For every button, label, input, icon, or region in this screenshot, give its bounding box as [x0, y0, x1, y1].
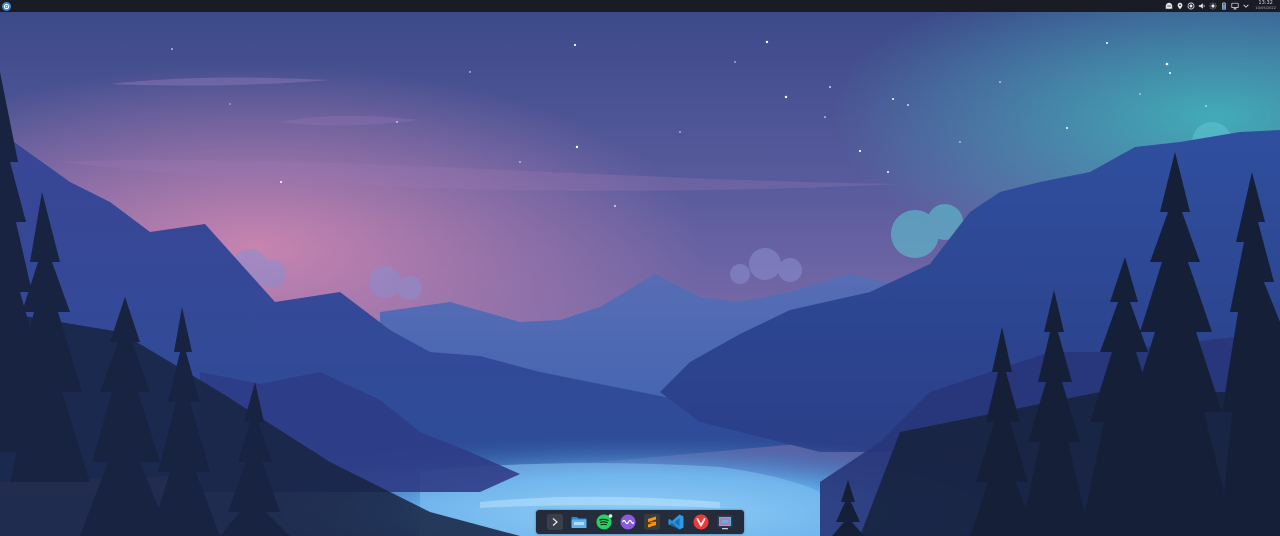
vivaldi-icon — [693, 514, 709, 530]
dock-item-vivaldi[interactable] — [692, 513, 710, 531]
vscode-icon — [668, 514, 684, 530]
battery-icon[interactable] — [1220, 2, 1228, 10]
folder-icon — [571, 517, 587, 528]
dock-item-terminal[interactable] — [546, 513, 564, 531]
system-tray: 13:32 10/05/2022 — [1165, 0, 1278, 12]
desktop-wallpaper — [0, 12, 1280, 536]
clock-date: 10/05/2022 — [1255, 6, 1276, 11]
dock-item-vscode[interactable] — [667, 513, 685, 531]
location-pin-icon[interactable] — [1176, 2, 1184, 10]
dock-item-file-manager[interactable] — [570, 513, 588, 531]
volume-icon[interactable] — [1198, 2, 1206, 10]
ghost-app-icon[interactable] — [1165, 2, 1173, 10]
record-icon[interactable] — [1187, 2, 1195, 10]
dock-item-audio-app[interactable] — [619, 513, 637, 531]
terminal-icon — [547, 514, 564, 530]
sublime-icon — [644, 514, 661, 530]
spotify-icon — [596, 514, 612, 530]
dock-item-screenshot-tool[interactable] — [716, 513, 734, 531]
digital-clock[interactable]: 13:32 10/05/2022 — [1255, 1, 1276, 11]
kde-launcher-icon[interactable] — [2, 1, 11, 11]
display-settings-icon[interactable] — [1209, 2, 1217, 10]
chevron-down-icon[interactable] — [1242, 2, 1250, 10]
monitor-icon[interactable] — [1231, 2, 1239, 10]
screenshot-icon — [717, 515, 733, 530]
dock-item-spotify[interactable] — [595, 513, 613, 531]
top-panel: 13:32 10/05/2022 — [0, 0, 1280, 12]
waveform-icon — [620, 514, 636, 530]
dock-item-sublime-text[interactable] — [643, 513, 661, 531]
application-dock — [536, 510, 744, 534]
